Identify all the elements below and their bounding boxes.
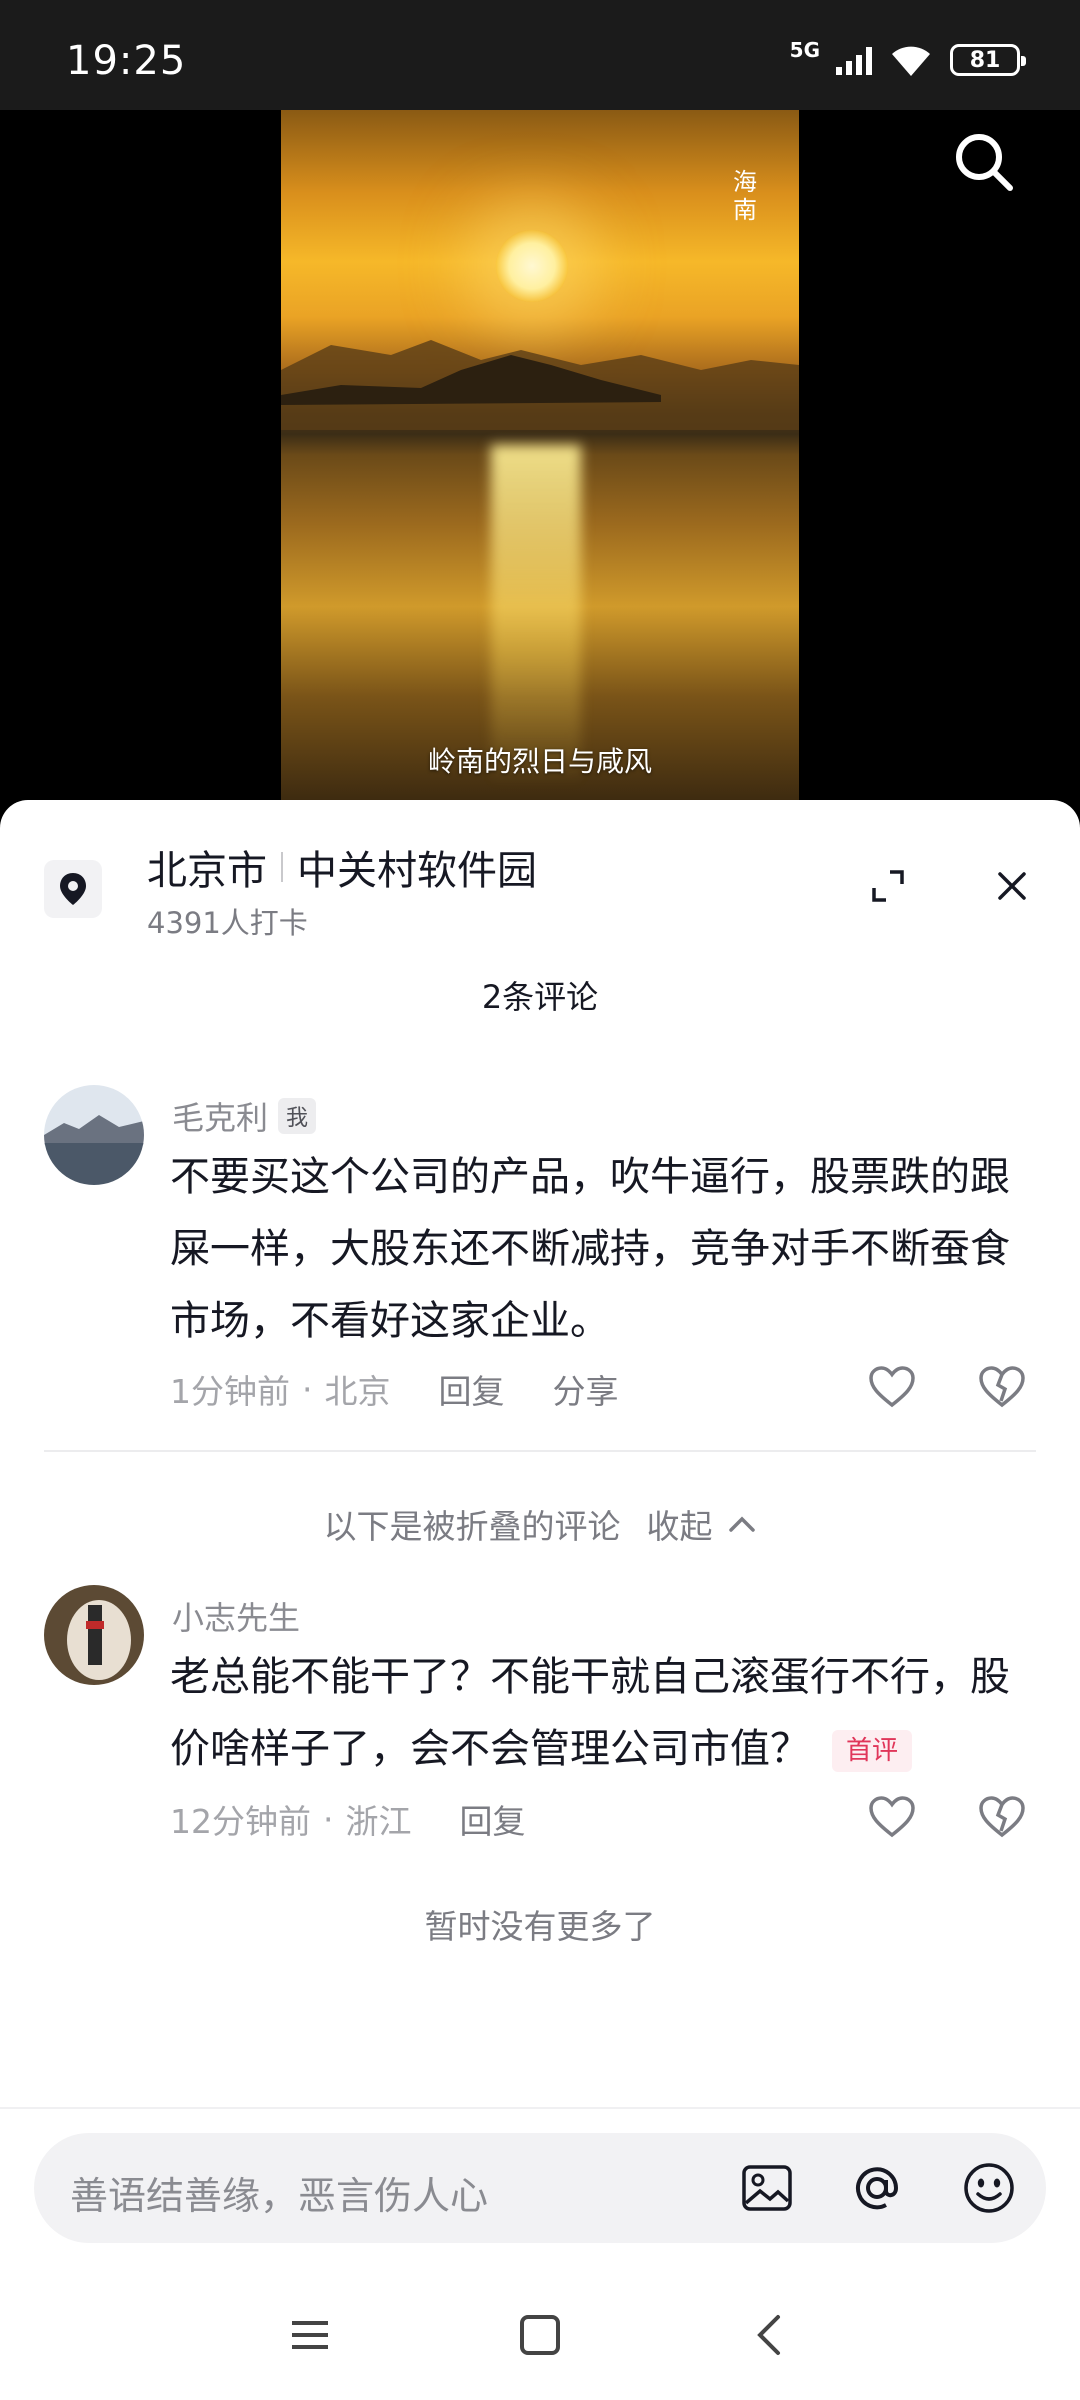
back-icon[interactable] [740, 2305, 800, 2365]
comment-time: 12分钟前 [170, 1802, 311, 1841]
first-comment-tag: 首评 [832, 1730, 913, 1772]
avatar[interactable] [44, 1085, 144, 1185]
signal-icon [836, 45, 872, 75]
location-city: 北京市 [147, 848, 267, 894]
wifi-icon [892, 46, 930, 76]
map-pin-icon [44, 860, 102, 918]
input-placeholder: 善语结善缘，恶言伤人心 [70, 2174, 489, 2218]
status-bar: 19:25 5G 81 [0, 0, 1080, 110]
location-title[interactable]: 北京市 中关村软件园 [147, 838, 537, 896]
comment-meta: 12分钟前 · 浙江 回复 [170, 1795, 526, 1843]
me-badge: 我 [278, 1098, 317, 1134]
meta-dot: · [302, 1369, 313, 1409]
expand-icon[interactable] [868, 866, 908, 906]
author-name: 小志先生 [172, 1599, 301, 1637]
video-subtitle: 岭南的烈日与咸风 [427, 745, 652, 778]
comment-region: 北京 [324, 1372, 391, 1411]
comment-text[interactable]: 不要买这个公司的产品，吹牛逼行，股票跌的跟屎一样，大股东还不断减持，竞争对手不断… [170, 1141, 1020, 1357]
location-header[interactable]: 北京市 中关村软件园 4391人打卡 [0, 800, 1080, 950]
status-time: 19:25 [66, 38, 187, 84]
reply-button[interactable]: 回复 [460, 1795, 526, 1843]
checkin-count: 4391人打卡 [147, 906, 308, 940]
collapse-button[interactable]: 收起 [647, 1500, 757, 1548]
emoji-icon[interactable] [960, 2159, 1018, 2217]
comment-meta: 1分钟前 · 北京 回复 分享 [170, 1365, 619, 1413]
comment-time: 1分钟前 [170, 1372, 290, 1411]
comment-item: 毛克利 我 不要买这个公司的产品，吹牛逼行，股票跌的跟屎一样，大股东还不断减持，… [0, 1085, 1080, 1411]
comment-item: 小志先生 老总能不能干了？不能干就自己滚蛋行不行，股价啥样子了，会不会管理公司市… [0, 1585, 1080, 1841]
battery-icon: 81 [950, 44, 1026, 76]
broken-heart-icon[interactable] [978, 1365, 1026, 1409]
comment-author[interactable]: 毛克利 我 [172, 1093, 317, 1139]
home-icon[interactable] [510, 2305, 570, 2365]
video-location-caption: 海南 [733, 168, 757, 224]
folded-label: 以下是被折叠的评论 [323, 1507, 621, 1546]
video-frame[interactable]: 海南 岭南的烈日与咸风 [281, 110, 799, 800]
broken-heart-icon[interactable] [978, 1795, 1026, 1839]
meta-dot: · [323, 1799, 334, 1839]
sun-image [496, 230, 568, 302]
avatar[interactable] [44, 1585, 144, 1685]
share-button[interactable]: 分享 [553, 1365, 619, 1413]
heart-icon[interactable] [868, 1365, 916, 1409]
sun-reflection [491, 445, 581, 785]
network-type: 5G [789, 38, 820, 62]
author-name: 毛克利 [172, 1099, 269, 1137]
hills-silhouette [281, 340, 799, 430]
menu-icon[interactable] [280, 2305, 340, 2365]
folded-comments-row: 以下是被折叠的评论 收起 [0, 1500, 1080, 1548]
comment-author[interactable]: 小志先生 [172, 1593, 300, 1639]
collapse-label: 收起 [646, 1507, 713, 1546]
location-separator [281, 852, 283, 882]
location-place: 中关村软件园 [297, 848, 537, 894]
system-nav-bar [0, 2277, 1080, 2400]
comment-input-bar: 善语结善缘，恶言伤人心 [0, 2107, 1080, 2277]
close-icon[interactable] [994, 868, 1030, 904]
image-icon[interactable] [738, 2159, 796, 2217]
comment-text[interactable]: 老总能不能干了？不能干就自己滚蛋行不行，股价啥样子了，会不会管理公司市值？ 首评 [170, 1641, 1030, 1785]
no-more-label: 暂时没有更多了 [424, 1907, 656, 1946]
reply-button[interactable]: 回复 [439, 1365, 505, 1413]
search-icon[interactable] [952, 130, 1016, 194]
comment-count: 2条评论 [481, 978, 599, 1016]
divider [44, 1450, 1036, 1452]
status-icons: 5G 81 [789, 38, 1026, 80]
battery-level: 81 [969, 47, 1001, 73]
comment-region: 浙江 [345, 1802, 412, 1841]
heart-icon[interactable] [868, 1795, 916, 1839]
chevron-up-icon [728, 1516, 755, 1532]
comment-input[interactable]: 善语结善缘，恶言伤人心 [34, 2133, 1046, 2243]
video-area[interactable]: 海南 岭南的烈日与咸风 [0, 110, 1080, 800]
at-mention-icon[interactable] [848, 2159, 906, 2217]
